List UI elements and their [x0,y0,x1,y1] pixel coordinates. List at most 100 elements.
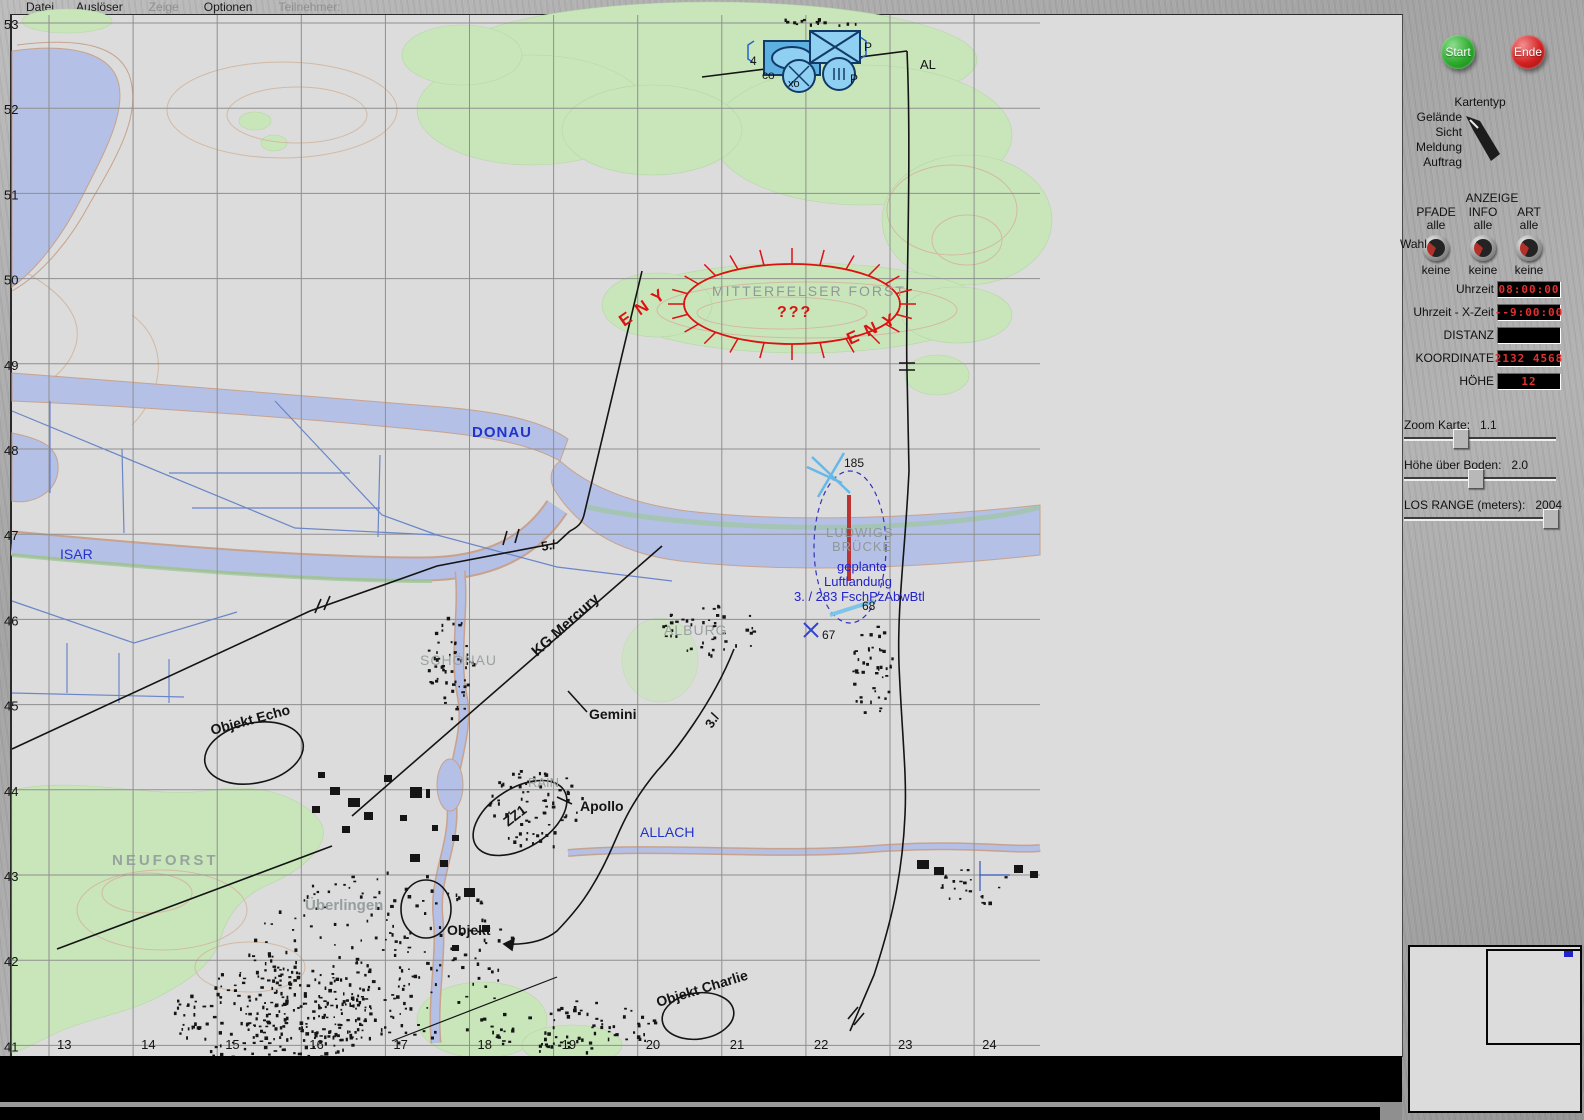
svg-text:43: 43 [4,869,18,884]
svg-text:17: 17 [393,1037,407,1052]
rain-label: RAIN [528,775,559,790]
pfade-keine-label: keine [1421,263,1451,277]
svg-text:16: 16 [309,1037,323,1052]
svg-text:50: 50 [4,273,18,288]
annotation-67: 67 [822,628,836,642]
unit-label-xo: xo [788,78,800,90]
svg-text:13: 13 [57,1037,71,1052]
menu-item-teilnehmer: Teilnehmer: [278,0,341,14]
taskbar [0,1107,1380,1120]
kg-mercury-label: KG Mercury [528,590,603,660]
slider-los-range: LOS RANGE (meters): 2004 [1404,498,1562,529]
svg-text:22: 22 [814,1037,828,1052]
svg-text:49: 49 [4,358,18,373]
cursor-pointer-icon [1466,116,1500,161]
distanz-display [1497,327,1561,344]
gemini-label: Gemini [589,706,636,722]
option-sicht[interactable]: Sicht [1400,125,1462,140]
art-title: ART [1517,205,1541,219]
donau-label: DONAU [472,424,532,441]
svg-text:19: 19 [562,1037,576,1052]
los-range-label: LOS RANGE (meters): [1404,498,1526,512]
alburg-label: ALBURG [664,622,728,638]
art-knob[interactable] [1516,235,1542,261]
zoom-karte-thumb[interactable] [1453,429,1470,449]
svg-text:53: 53 [4,17,18,32]
uhrzeit-label: Uhrzeit [1455,282,1494,296]
svg-text:46: 46 [4,613,18,628]
menu-item-optionen[interactable]: Optionen [204,0,253,14]
slider-hoehe-boden: Höhe über Boden: 2.0 [1404,458,1558,489]
taskbar-corner-block [1380,1102,1402,1120]
hoehe-boden-thumb[interactable] [1468,469,1485,489]
hoehe-boden-track[interactable] [1404,469,1556,489]
svg-text:18: 18 [478,1037,492,1052]
apollo-label: Apollo [580,798,624,814]
svg-text:45: 45 [4,699,18,714]
option-meldung[interactable]: Meldung [1400,140,1462,155]
zoom-karte-track[interactable] [1404,429,1556,449]
objekt-charlie-label: Objekt Charlie [654,967,750,1010]
ludwigs-label-1: LUDWIGS [826,525,894,540]
option-gelaende[interactable]: Gelände [1400,110,1462,125]
field-uhrzeit: Uhrzeit 08:00:00 [1400,281,1562,298]
slider-zoom-karte: Zoom Karte: 1.1 [1404,418,1558,449]
kartentyp-options: Gelände Sicht Meldung Auftrag [1400,110,1462,170]
pfade-alle-label: alle [1426,218,1446,232]
info-keine-label: keine [1468,263,1498,277]
unit-label-p1: P [864,40,872,54]
allach-label: ALLACH [640,824,694,840]
svg-text:41: 41 [4,1039,18,1054]
svg-text:14: 14 [141,1037,155,1052]
svg-text:47: 47 [4,528,18,543]
svg-text:24: 24 [982,1037,996,1052]
field-koordinate: KOORDINATE 2132 4568 [1400,350,1562,367]
art-alle-label: alle [1519,218,1539,232]
pfade-title: PFADE [1416,205,1456,219]
distanz-label: DISTANZ [1443,328,1494,342]
airborne-text-1: geplante [837,559,887,574]
los-range-thumb[interactable] [1542,509,1559,529]
airborne-text-2: Luftlandung [824,574,892,589]
overview-minimap[interactable] [1408,945,1582,1113]
objekt-echo-label: Objekt Echo [209,701,292,738]
minimap-viewport[interactable] [1486,949,1582,1045]
annotation-68: 68 [862,599,876,613]
al-label: AL [920,57,936,72]
xzeit-display: --9:00:00 [1494,304,1564,321]
svg-text:20: 20 [646,1037,660,1052]
knob-column-art: ART alle keine [1506,206,1552,276]
ende-button[interactable]: Ende [1511,35,1545,69]
anzeige-title: ANZEIGE [1465,191,1519,205]
svg-text:44: 44 [4,784,18,799]
zz1-label: ZZ1 [500,801,530,829]
neuforst-label: NEUFORST [112,852,219,869]
koordinate-label: KOORDINATE [1415,351,1494,365]
field-distanz: DISTANZ [1400,327,1562,344]
unit-label-p2: P [850,72,858,86]
start-button[interactable]: Start [1441,35,1475,69]
knob-column-info: INFO alle keine [1460,206,1506,276]
svg-text:42: 42 [4,954,18,969]
svg-text:51: 51 [4,187,18,202]
info-title: INFO [1468,205,1498,219]
los-range-track[interactable] [1404,509,1559,529]
objekt-label: Objekt [447,922,491,938]
map-canvas[interactable]: ENY ENY ??? DONAU ISAR ALLACH NEUFORST S… [4,1,1403,1067]
bottom-black-bar [0,1056,1402,1102]
unit-label-4: 4 [750,54,757,68]
airborne-text-3: 3. / 283 FschPzAbwBtl [794,589,925,604]
ueberlingen-label: Überlingen [305,897,383,914]
viewport-marker [1564,951,1573,957]
info-knob[interactable] [1470,235,1496,261]
koordinate-display: 2132 4568 [1494,350,1564,367]
route-3-label: 3./ [702,710,723,731]
field-xzeit: Uhrzeit - X-Zeit --9:00:00 [1400,304,1562,321]
menu-item-zeige: Zeige [148,0,179,14]
option-auftrag[interactable]: Auftrag [1400,155,1462,170]
mitterfelser-label: MITTERFELSER FORST [712,283,906,299]
isar-label: ISAR [60,546,93,562]
unit-label-co: co [762,68,775,82]
uhrzeit-display: 08:00:00 [1497,281,1561,298]
xzeit-label: Uhrzeit - X-Zeit [1413,305,1494,319]
